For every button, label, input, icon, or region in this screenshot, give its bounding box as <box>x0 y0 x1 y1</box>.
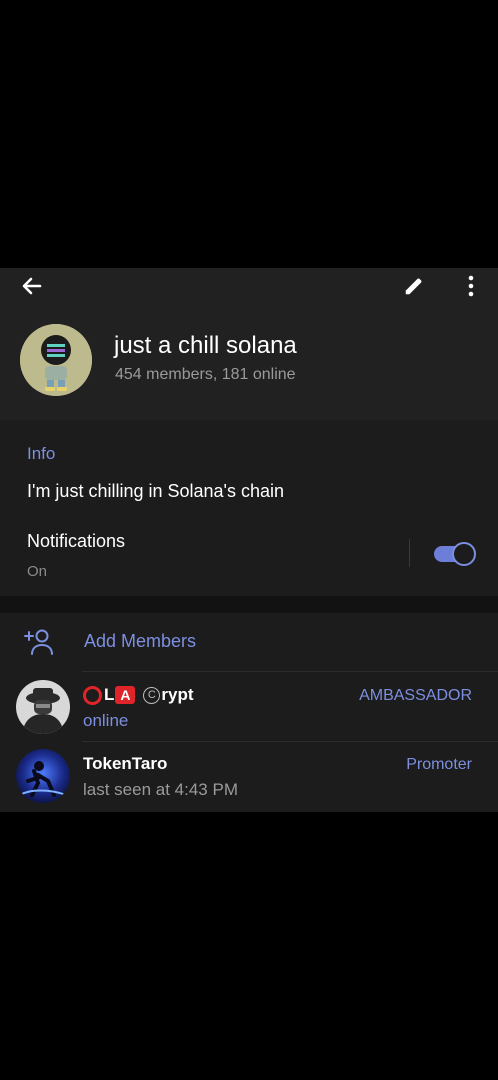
group-description: I'm just chilling in Solana's chain <box>27 481 285 501</box>
group-title: just a chill solana <box>114 332 297 359</box>
add-members-button[interactable]: Add Members <box>0 613 498 671</box>
red-circle-icon <box>83 685 102 705</box>
add-user-icon <box>24 629 53 655</box>
info-section: Info I'm just chilling in Solana's chain… <box>0 420 498 596</box>
member-avatar-image <box>16 749 70 803</box>
member-name-part: rypt <box>161 685 194 704</box>
notifications-toggle[interactable] <box>434 542 476 566</box>
arrow-left-icon <box>22 277 42 295</box>
group-avatar-image <box>20 324 92 396</box>
member-role-badge: Promoter <box>406 756 472 773</box>
more-options-button[interactable] <box>456 270 486 302</box>
member-row[interactable]: TokenTaro last seen at 4:43 PM Promoter <box>0 742 498 810</box>
add-members-label: Add Members <box>84 631 197 651</box>
member-name: TokenTaro <box>83 754 168 773</box>
edit-button[interactable] <box>398 270 430 302</box>
member-avatar <box>16 749 70 803</box>
members-section: Add Members L A C rypt online AMBASSADOR… <box>0 613 498 812</box>
toggle-knob <box>452 542 476 566</box>
member-name: L A C rypt <box>83 685 194 705</box>
a-button-icon: A <box>115 686 136 704</box>
copyright-icon: C <box>143 686 161 704</box>
profile-header: just a chill solana 454 members, 181 onl… <box>0 268 498 420</box>
member-row[interactable]: L A C rypt online AMBASSADOR <box>0 673 498 741</box>
group-avatar[interactable] <box>20 324 92 396</box>
pencil-icon <box>405 278 422 295</box>
member-status: last seen at 4:43 PM <box>83 780 238 799</box>
member-count: 454 members, 181 online <box>115 366 296 383</box>
member-role-badge: AMBASSADOR <box>359 687 472 704</box>
member-avatar <box>16 680 70 734</box>
member-name-part: L <box>104 685 115 704</box>
separator <box>82 671 498 672</box>
member-avatar-image <box>16 680 70 734</box>
notifications-label[interactable]: Notifications <box>27 531 125 552</box>
back-button[interactable] <box>14 270 50 302</box>
more-vertical-icon <box>468 275 474 297</box>
info-heading: Info <box>27 444 56 463</box>
divider <box>409 539 410 567</box>
notifications-status: On <box>27 563 48 580</box>
group-profile-screen: just a chill solana 454 members, 181 onl… <box>0 268 498 812</box>
member-status: online <box>83 711 129 730</box>
